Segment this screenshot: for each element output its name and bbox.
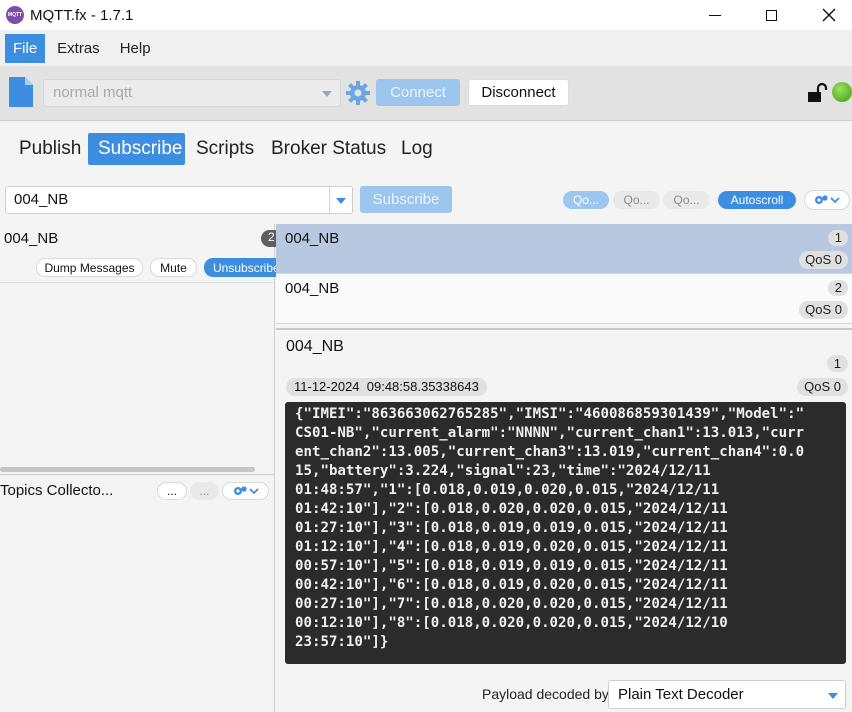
divider (0, 474, 275, 475)
menu-file[interactable]: File (5, 33, 46, 63)
message-topic: 004_NB (285, 280, 340, 297)
unsubscribe-button[interactable]: Unsubscribe (204, 258, 284, 277)
app-icon: MQTT (6, 6, 24, 24)
subscribe-topic-value: 004_NB (14, 191, 69, 208)
main-tabs: Publish Subscribe Scripts Broker Status … (0, 121, 852, 179)
connection-profile-value: normal mqtt (53, 84, 133, 101)
chevron-down-icon (828, 693, 838, 699)
divider (0, 282, 275, 283)
close-icon (822, 8, 836, 22)
detail-qos: QoS 0 (797, 378, 848, 396)
menu-bar: File Extras Help (0, 30, 852, 66)
gear-dropdown-icon (815, 195, 840, 204)
tab-broker-status[interactable]: Broker Status (261, 133, 396, 165)
detail-topic: 004_NB (286, 338, 344, 355)
tab-publish[interactable]: Publish (9, 133, 91, 165)
message-qos: QoS 0 (799, 301, 848, 319)
title-bar: MQTT MQTT.fx - 1.7.1 (0, 0, 852, 30)
payload-decoder-select[interactable]: Plain Text Decoder (608, 680, 846, 709)
subscribe-topic-input[interactable]: 004_NB (5, 186, 353, 214)
connection-toolbar: normal mqtt Connect Disconnect (0, 66, 852, 121)
split-divider[interactable] (276, 328, 852, 330)
message-qos: QoS 0 (799, 251, 848, 269)
qos0-button[interactable]: Qo... (563, 191, 609, 209)
payload-viewer[interactable]: {"IMEI":"863663062765285","IMSI":"460086… (285, 402, 846, 664)
unlocked-icon (808, 82, 828, 102)
menu-help[interactable]: Help (112, 34, 159, 63)
disconnect-button[interactable]: Disconnect (468, 79, 569, 106)
minimize-button[interactable] (692, 0, 738, 30)
message-topic: 004_NB (285, 230, 340, 247)
gear-icon[interactable] (345, 80, 371, 106)
connection-profile-select[interactable]: normal mqtt (43, 79, 341, 107)
connect-button[interactable]: Connect (376, 79, 460, 106)
topics-collector-settings-button[interactable] (222, 482, 269, 500)
payload-text: {"IMEI":"863663062765285","IMSI":"460086… (295, 406, 805, 650)
mute-button[interactable]: Mute (150, 258, 197, 277)
subscribe-button[interactable]: Subscribe (360, 186, 452, 213)
tab-subscribe[interactable]: Subscribe (88, 133, 185, 165)
close-button[interactable] (806, 0, 852, 30)
qos1-button[interactable]: Qo... (613, 191, 660, 209)
message-row[interactable]: 004_NB 1 QoS 0 (276, 224, 852, 274)
detail-message-number: 1 (826, 355, 848, 372)
decoder-label: Payload decoded by (482, 686, 609, 702)
new-profile-file-icon[interactable] (9, 77, 33, 107)
tab-scripts[interactable]: Scripts (186, 133, 264, 165)
connection-status-led (832, 82, 852, 102)
autoscroll-toggle[interactable]: Autoscroll (718, 191, 796, 209)
topics-collector-stop-button[interactable]: ... (190, 482, 219, 500)
gear-dropdown-icon (233, 486, 259, 495)
payload-decoder-value: Plain Text Decoder (618, 686, 744, 703)
topics-collector-title: Topics Collecto... (0, 482, 114, 499)
qos2-button[interactable]: Qo... (663, 191, 710, 209)
dump-messages-button[interactable]: Dump Messages (36, 258, 143, 277)
message-number: 2 (828, 280, 848, 296)
subscriptions-panel: 004_NB 2 Dump Messages Mute Unsubscribe … (0, 224, 284, 712)
settings-dropdown-button[interactable] (804, 190, 850, 210)
topics-collector-scan-button[interactable]: ... (157, 482, 187, 500)
menu-extras[interactable]: Extras (49, 34, 108, 63)
message-row[interactable]: 004_NB 2 QoS 0 (276, 274, 852, 324)
maximize-button[interactable] (748, 0, 794, 30)
chevron-down-icon[interactable] (336, 198, 346, 204)
subscription-topic[interactable]: 004_NB (4, 230, 58, 247)
maximize-icon (765, 9, 777, 21)
combo-separator (329, 187, 330, 213)
detail-timestamp: 11-12-2024 09:48:58.35338643 (286, 378, 487, 396)
chevron-down-icon (322, 91, 332, 97)
window-title: MQTT.fx - 1.7.1 (30, 6, 134, 24)
horizontal-scrollbar[interactable] (0, 467, 255, 472)
message-number: 1 (828, 230, 848, 246)
unsubscribe-label: Unsubscribe (213, 260, 280, 275)
minimize-icon (709, 14, 721, 16)
tab-log[interactable]: Log (391, 133, 443, 165)
